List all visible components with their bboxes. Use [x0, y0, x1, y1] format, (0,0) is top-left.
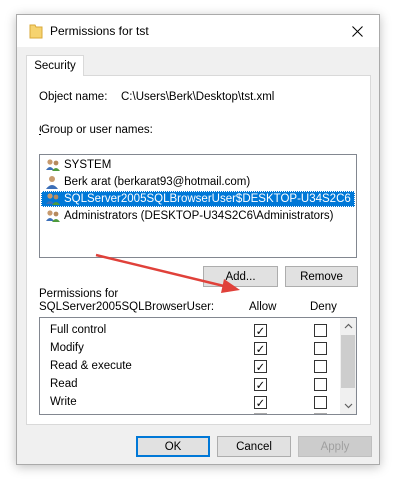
add-button[interactable]: Add... [203, 266, 278, 287]
security-panel: Object name: C:\Users\Berk\Desktop\tst.x… [26, 75, 371, 425]
window-title: Permissions for tst [50, 24, 149, 38]
permissions-list[interactable]: Full control ✓ Modify ✓ Read & execute ✓… [39, 317, 357, 415]
permissions-scrollbar[interactable] [340, 318, 356, 414]
permission-row: Write [50, 393, 77, 411]
permissions-label-line2: SQLServer2005SQLBrowserUser: [39, 301, 215, 313]
user-name: Administrators (DESKTOP-U34S2C6\Administ… [64, 210, 334, 222]
list-item[interactable]: Berk arat (berkarat93@hotmail.com) [41, 174, 355, 190]
permission-name: Write [50, 396, 77, 408]
permission-row: Read & execute [50, 357, 132, 375]
group-icon [46, 159, 60, 171]
deny-next-checkbox[interactable] [314, 413, 327, 414]
group-user-names-label: GGroup or user names: [39, 124, 153, 136]
deny-read-execute-checkbox[interactable] [314, 360, 327, 373]
allow-modify-checkbox[interactable]: ✓ [254, 342, 267, 356]
permission-name: Read & execute [50, 360, 132, 372]
user-name: SQLServer2005SQLBrowserUser$DESKTOP-U34S… [64, 193, 355, 205]
tab-security-label: Security [34, 60, 76, 72]
allow-read-execute-checkbox[interactable]: ✓ [254, 360, 267, 374]
ok-button[interactable]: OK [136, 436, 210, 457]
tab-security[interactable]: Security [26, 55, 84, 76]
permission-name: Read [50, 378, 78, 390]
allow-column-header: Allow [249, 301, 277, 313]
list-item[interactable]: SYSTEM [41, 157, 355, 173]
checkmark-icon: ✓ [255, 379, 266, 392]
permissions-label-line1: Permissions for [39, 288, 119, 300]
checkmark-icon: ✓ [255, 343, 266, 356]
user-name: SYSTEM [64, 159, 112, 171]
checkmark-icon: ✓ [255, 397, 266, 410]
checkmark-icon: ✓ [255, 361, 266, 374]
group-user-list[interactable]: SYSTEM Berk arat (berkarat93@hotmail.com… [39, 154, 357, 258]
deny-column-header: Deny [310, 301, 337, 313]
deny-modify-checkbox[interactable] [314, 342, 327, 355]
allow-full-control-checkbox[interactable]: ✓ [254, 324, 267, 338]
scroll-up-arrow[interactable] [340, 318, 356, 334]
title-bar: Permissions for tst [17, 15, 379, 47]
apply-button[interactable]: Apply [298, 436, 372, 457]
user-icon [46, 176, 58, 189]
folder-icon [29, 24, 43, 39]
checkmark-icon: ✓ [255, 325, 266, 338]
group-icon [46, 210, 60, 222]
deny-full-control-checkbox[interactable] [314, 324, 327, 337]
user-name: Berk arat (berkarat93@hotmail.com) [64, 176, 251, 188]
chevron-up-icon [344, 323, 352, 329]
list-item[interactable]: Administrators (DESKTOP-U34S2C6\Administ… [41, 208, 355, 224]
permissions-dialog: Permissions for tst Security Object name… [16, 14, 380, 465]
close-icon [351, 25, 363, 37]
permission-name: Full control [50, 324, 107, 336]
permission-row: Read [50, 375, 78, 393]
remove-button[interactable]: Remove [285, 266, 358, 287]
chevron-down-icon [344, 403, 352, 409]
permission-row: Full control [50, 321, 106, 339]
scroll-down-arrow[interactable] [340, 398, 356, 414]
object-name-label: Object name: [39, 91, 108, 103]
allow-write-checkbox[interactable]: ✓ [254, 396, 267, 410]
object-name-value: C:\Users\Berk\Desktop\tst.xml [121, 91, 275, 103]
group-icon [46, 193, 60, 205]
scroll-thumb[interactable] [341, 335, 355, 388]
deny-read-checkbox[interactable] [314, 378, 327, 391]
permission-row: Modify [50, 339, 84, 357]
allow-read-checkbox[interactable]: ✓ [254, 378, 267, 392]
permission-name: Modify [50, 342, 84, 354]
list-item-selected[interactable]: SQLServer2005SQLBrowserUser$DESKTOP-U34S… [41, 191, 355, 207]
cancel-button[interactable]: Cancel [217, 436, 291, 457]
allow-next-checkbox[interactable] [254, 413, 267, 414]
close-button[interactable] [335, 15, 379, 47]
group-user-names-label-text: Group or user names: [40, 124, 153, 136]
deny-write-checkbox[interactable] [314, 396, 327, 409]
